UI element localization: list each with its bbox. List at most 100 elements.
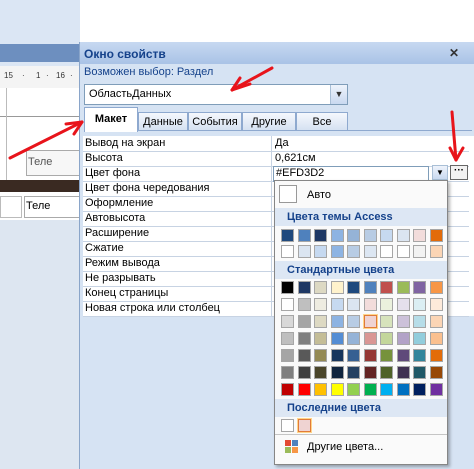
- color-swatch[interactable]: [297, 349, 311, 362]
- color-swatch[interactable]: [380, 298, 393, 311]
- color-swatch[interactable]: [347, 245, 360, 258]
- color-swatch[interactable]: [380, 281, 393, 294]
- color-swatch[interactable]: [396, 315, 410, 328]
- property-value[interactable]: 0,621см: [275, 152, 316, 164]
- color-swatch[interactable]: [314, 245, 327, 258]
- color-swatch[interactable]: [429, 281, 443, 294]
- color-swatch[interactable]: [281, 383, 294, 396]
- color-swatch[interactable]: [281, 229, 294, 242]
- color-swatch[interactable]: [330, 245, 344, 258]
- auto-color-label[interactable]: Авто: [307, 189, 331, 201]
- color-swatch[interactable]: [396, 332, 410, 345]
- color-swatch[interactable]: [380, 349, 393, 362]
- color-swatch[interactable]: [363, 383, 377, 396]
- color-swatch[interactable]: [281, 419, 294, 432]
- color-swatch[interactable]: [363, 245, 377, 258]
- property-row[interactable]: Высота 0,621см: [83, 151, 469, 167]
- color-swatch[interactable]: [380, 366, 393, 379]
- color-swatch[interactable]: [429, 229, 443, 242]
- color-swatch[interactable]: [314, 298, 327, 311]
- color-swatch[interactable]: [380, 229, 393, 242]
- color-swatch[interactable]: [396, 366, 410, 379]
- color-swatch[interactable]: [330, 315, 344, 328]
- color-swatch[interactable]: [380, 315, 393, 328]
- color-swatch[interactable]: [413, 229, 426, 242]
- chevron-down-icon[interactable]: ▼: [330, 85, 347, 104]
- color-swatch[interactable]: [363, 332, 377, 345]
- color-swatch[interactable]: [297, 383, 311, 396]
- color-swatch[interactable]: [429, 298, 443, 311]
- color-swatch[interactable]: [429, 315, 443, 328]
- color-swatch[interactable]: [314, 332, 327, 345]
- color-swatch[interactable]: [297, 315, 311, 328]
- object-selector-combo[interactable]: ОбластьДанных ▼: [84, 84, 348, 105]
- color-swatch[interactable]: [347, 315, 360, 328]
- property-row[interactable]: Вывод на экран Да: [83, 136, 469, 152]
- color-swatch[interactable]: [330, 349, 344, 362]
- color-swatch[interactable]: [363, 229, 377, 242]
- color-swatch[interactable]: [413, 349, 426, 362]
- color-swatch[interactable]: [314, 383, 327, 396]
- color-swatch[interactable]: [330, 281, 344, 294]
- color-swatch[interactable]: [363, 315, 377, 328]
- tab-all[interactable]: Все: [296, 112, 348, 131]
- color-swatch[interactable]: [314, 349, 327, 362]
- color-swatch[interactable]: [297, 419, 311, 432]
- color-swatch[interactable]: [413, 281, 426, 294]
- tab-data[interactable]: Данные: [138, 112, 188, 131]
- color-swatch[interactable]: [281, 366, 294, 379]
- color-swatch[interactable]: [429, 366, 443, 379]
- detail-textbox[interactable]: Теле: [24, 196, 82, 218]
- color-swatch[interactable]: [429, 332, 443, 345]
- color-swatch[interactable]: [314, 315, 327, 328]
- tab-other[interactable]: Другие: [242, 112, 296, 131]
- color-swatch[interactable]: [429, 349, 443, 362]
- color-swatch[interactable]: [314, 229, 327, 242]
- color-swatch[interactable]: [413, 315, 426, 328]
- close-icon[interactable]: ✕: [447, 46, 461, 60]
- color-swatch[interactable]: [281, 332, 294, 345]
- color-swatch[interactable]: [347, 349, 360, 362]
- color-swatch[interactable]: [297, 332, 311, 345]
- color-swatch[interactable]: [297, 245, 311, 258]
- color-swatch[interactable]: [281, 245, 294, 258]
- color-swatch[interactable]: [347, 332, 360, 345]
- color-swatch[interactable]: [396, 281, 410, 294]
- tab-events[interactable]: События: [188, 112, 242, 131]
- color-swatch[interactable]: [413, 245, 426, 258]
- color-swatch[interactable]: [413, 332, 426, 345]
- color-swatch[interactable]: [330, 366, 344, 379]
- color-swatch[interactable]: [429, 245, 443, 258]
- color-swatch[interactable]: [413, 383, 426, 396]
- color-swatch[interactable]: [380, 332, 393, 345]
- color-swatch[interactable]: [281, 281, 294, 294]
- color-swatch[interactable]: [347, 229, 360, 242]
- more-colors-link[interactable]: Другие цвета...: [307, 441, 383, 453]
- color-swatch[interactable]: [281, 298, 294, 311]
- color-swatch[interactable]: [363, 349, 377, 362]
- color-swatch[interactable]: [330, 332, 344, 345]
- color-swatch[interactable]: [396, 229, 410, 242]
- tab-layout[interactable]: Макет: [84, 107, 138, 132]
- color-swatch[interactable]: [330, 298, 344, 311]
- auto-color-swatch[interactable]: [279, 185, 297, 203]
- color-swatch[interactable]: [281, 349, 294, 362]
- color-swatch[interactable]: [396, 383, 410, 396]
- builder-button[interactable]: ···: [450, 165, 468, 180]
- color-swatch[interactable]: [363, 298, 377, 311]
- property-value[interactable]: Да: [275, 137, 289, 149]
- color-swatch[interactable]: [314, 366, 327, 379]
- control-textbox[interactable]: Теле: [26, 150, 82, 176]
- color-swatch[interactable]: [380, 245, 393, 258]
- color-swatch[interactable]: [363, 281, 377, 294]
- color-swatch[interactable]: [429, 383, 443, 396]
- color-swatch[interactable]: [396, 298, 410, 311]
- color-dropdown-chevron-icon[interactable]: ▼: [432, 165, 448, 180]
- color-swatch[interactable]: [396, 245, 410, 258]
- color-swatch[interactable]: [281, 315, 294, 328]
- color-swatch[interactable]: [413, 298, 426, 311]
- color-swatch[interactable]: [347, 366, 360, 379]
- color-swatch[interactable]: [413, 366, 426, 379]
- color-swatch[interactable]: [347, 298, 360, 311]
- color-swatch[interactable]: [297, 229, 311, 242]
